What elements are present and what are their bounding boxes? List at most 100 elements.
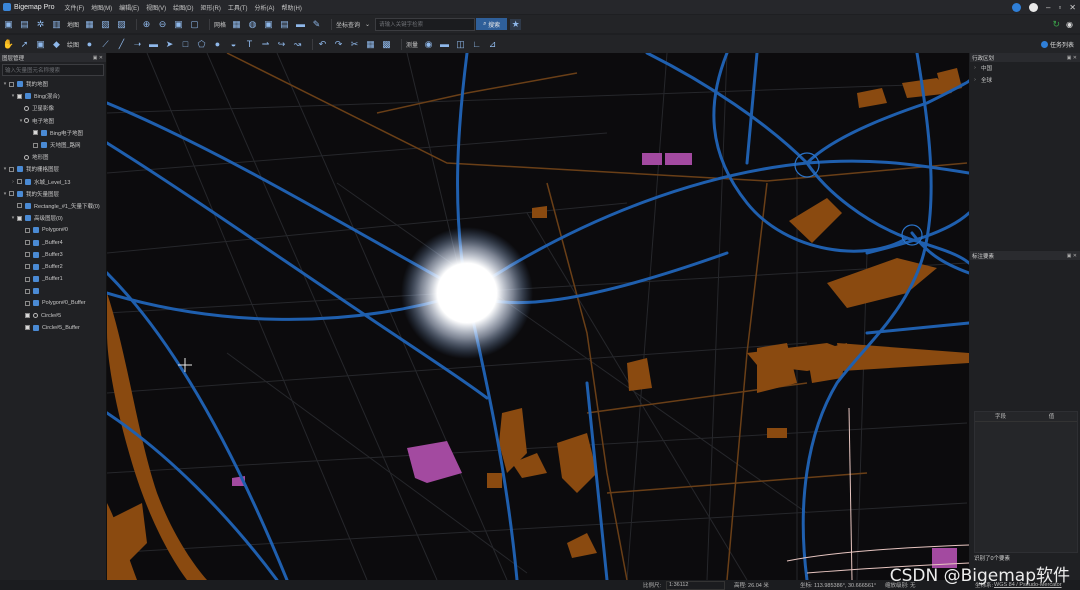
zoom-extent-icon[interactable]: ▣ [173, 19, 184, 30]
layer-row[interactable]: ▾ 我的栅格图层 [0, 163, 106, 175]
layer-checkbox[interactable] [25, 252, 30, 258]
menu-draw[interactable]: 绘图(D) [173, 3, 193, 12]
layer-checkbox[interactable] [9, 191, 14, 197]
settings-icon[interactable]: ✲ [35, 19, 46, 30]
undo-icon[interactable]: ↶ [317, 39, 328, 50]
layer-checkbox[interactable] [17, 203, 22, 209]
polyline-icon[interactable]: ⟋ [100, 39, 111, 50]
polygon-icon[interactable]: ⬠ [196, 39, 207, 50]
layer-checkbox[interactable] [17, 215, 22, 221]
layer-row[interactable]: ▾ 高级图层(0) [0, 212, 106, 224]
layer-checkbox[interactable] [17, 93, 22, 99]
hd-icon[interactable]: ▣ [263, 19, 274, 30]
chevron-icon[interactable]: ▾ [10, 215, 16, 221]
layer-checkbox[interactable] [25, 300, 30, 306]
layer-row[interactable]: › 水城_Level_13 [0, 176, 106, 188]
layer-checkbox[interactable] [33, 142, 38, 148]
path-icon[interactable]: ↝ [292, 39, 303, 50]
layer-checkbox[interactable] [25, 240, 30, 246]
chevron-down-icon[interactable]: ⌄ [365, 21, 370, 28]
map-overlay-icon[interactable]: ▨ [116, 19, 127, 30]
layer-row[interactable]: _Buffer2 [0, 261, 106, 273]
search-input[interactable]: 请输入关键字检索 [375, 17, 476, 31]
layer-row[interactable]: Circle#5 [0, 310, 106, 322]
pan-hand-icon[interactable]: ✋ [3, 39, 14, 50]
layer-row[interactable]: ▾ Bing(混合) [0, 90, 106, 102]
measure-area-icon[interactable]: ◫ [455, 39, 466, 50]
identify-icon[interactable]: ◆ [51, 39, 62, 50]
chevron-icon[interactable]: ▾ [10, 93, 16, 99]
export-icon[interactable]: ▥ [51, 19, 62, 30]
select-arrow-icon[interactable]: ➚ [19, 39, 30, 50]
map-layers-icon[interactable]: ▦ [84, 19, 95, 30]
measure-line-icon[interactable]: ▬ [439, 39, 450, 50]
fullscreen-icon[interactable]: ▢ [189, 19, 200, 30]
layer-checkbox[interactable] [25, 227, 30, 233]
open-icon[interactable]: ▣ [3, 19, 14, 30]
folder-icon[interactable]: ▬ [295, 19, 306, 30]
menu-edit[interactable]: 编辑(E) [119, 3, 139, 12]
map-switch-icon[interactable]: ▧ [100, 19, 111, 30]
zoom-out-icon[interactable]: ⊖ [157, 19, 168, 30]
attack-arrow-icon[interactable]: ➤ [164, 39, 175, 50]
redo-icon[interactable]: ↷ [333, 39, 344, 50]
clear-icon[interactable]: ✎ [311, 19, 322, 30]
cut-line-icon[interactable]: ⇀ [260, 39, 271, 50]
grid-icon[interactable]: ▦ [231, 19, 242, 30]
menu-file[interactable]: 文件(F) [64, 3, 84, 12]
layer-checkbox[interactable] [25, 325, 30, 331]
layer-row[interactable]: 地形图 [0, 151, 106, 163]
cut-icon[interactable]: ✂ [349, 39, 360, 50]
star-icon[interactable]: ★ [510, 18, 522, 30]
layer-row[interactable]: _Buffer1 [0, 273, 106, 285]
layer-row[interactable]: Polygon#0 [0, 224, 106, 236]
menu-rect[interactable]: 矩形(R) [200, 3, 220, 12]
close-icon[interactable]: ✕ [1069, 3, 1076, 12]
layer-checkbox[interactable] [33, 130, 38, 136]
layer-checkbox[interactable] [25, 288, 30, 294]
layer-row[interactable]: _Buffer3 [0, 249, 106, 261]
globe-icon[interactable]: ◍ [247, 19, 258, 30]
layer-row[interactable]: Bing电子地图 [0, 127, 106, 139]
notification-icon[interactable] [1012, 2, 1021, 12]
layer-checkbox[interactable] [9, 81, 14, 87]
layer-checkbox[interactable] [17, 179, 22, 185]
scale-input[interactable]: 1:36112 [666, 580, 725, 590]
maximize-icon[interactable]: ▫ [1058, 3, 1061, 12]
admin-panel-close-icon[interactable]: ▣ ✕ [1067, 55, 1077, 61]
avatar[interactable] [1029, 2, 1038, 12]
layer-row[interactable]: 天地图_路网 [0, 139, 106, 151]
chevron-icon[interactable]: › [10, 179, 16, 185]
layer-row[interactable]: Rectangle_#1_矢量下载(0) [0, 200, 106, 212]
save-icon[interactable]: ▤ [19, 19, 30, 30]
menu-map[interactable]: 地图(M) [91, 3, 112, 12]
line-icon[interactable]: ╱ [116, 39, 127, 50]
layer-row[interactable]: Polygon#0_Buffer [0, 297, 106, 309]
sector-icon[interactable]: ◒ [228, 39, 239, 50]
chevron-icon[interactable]: ▾ [2, 166, 8, 172]
measure-angle-icon[interactable]: ∟ [471, 39, 482, 50]
minimize-icon[interactable]: – [1046, 3, 1050, 12]
menu-help[interactable]: 帮助(H) [282, 3, 302, 12]
menu-analysis[interactable]: 分析(A) [255, 3, 275, 12]
chevron-icon[interactable]: ▾ [2, 191, 8, 197]
attr-panel-close-icon[interactable]: ▣ ✕ [1067, 253, 1077, 259]
layer-checkbox[interactable] [25, 276, 30, 282]
circle-icon[interactable]: ● [212, 39, 223, 50]
layer-checkbox[interactable] [25, 313, 30, 319]
curve-arrow-icon[interactable]: ↪ [276, 39, 287, 50]
merge-icon[interactable]: ▩ [381, 39, 392, 50]
text-icon[interactable]: T [244, 39, 255, 50]
search-type-dropdown[interactable]: 坐标查询 [336, 20, 360, 29]
layer-row[interactable]: ▾ 电子地图 [0, 115, 106, 127]
layer-row[interactable]: Circle#5_Buffer [0, 322, 106, 334]
zoom-in-icon[interactable]: ⊕ [141, 19, 152, 30]
measure-height-icon[interactable]: ⊿ [487, 39, 498, 50]
arrow-icon[interactable]: ➝ [132, 39, 143, 50]
layer-checkbox[interactable] [9, 166, 14, 172]
measure-point-icon[interactable]: ◉ [423, 39, 434, 50]
layer-row[interactable]: ▾ 我的矢量图层 [0, 188, 106, 200]
delete-icon[interactable]: ▦ [365, 39, 376, 50]
layer-filter-input[interactable]: 输入矢量图元名称搜索 [2, 64, 104, 76]
menu-view[interactable]: 视图(V) [146, 3, 166, 12]
